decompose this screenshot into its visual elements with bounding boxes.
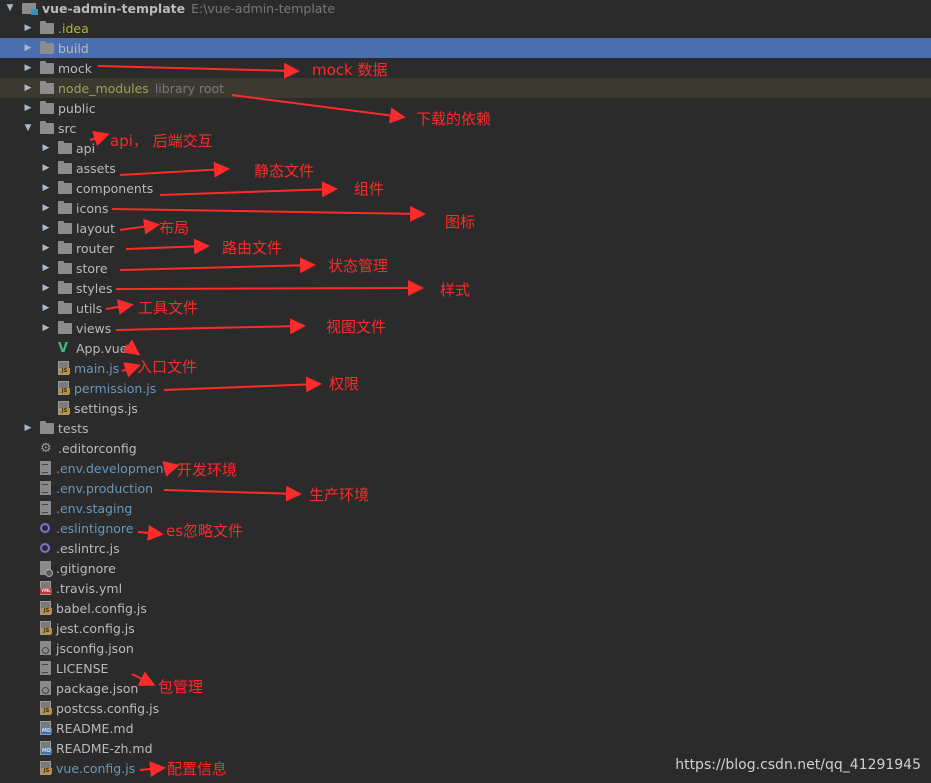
annotation-assets: 静态文件 (254, 162, 315, 180)
annotation-icons: 图标 (445, 213, 476, 231)
annotation-store: 状态管理 (328, 257, 389, 275)
annotation-components: 组件 (354, 180, 385, 198)
annotation-vue-config: 配置信息 (167, 760, 228, 778)
annotation-styles: 样式 (440, 281, 471, 299)
annotation-env-production: 生产环境 (309, 486, 370, 504)
annotation-permission: 权限 (329, 375, 360, 393)
annotation-views: 视图文件 (326, 318, 387, 336)
annotation-api: api， 后端交互 (110, 132, 213, 150)
annotation-env-development: 开发环境 (177, 461, 238, 479)
annotation-node-modules: 下载的依赖 (416, 110, 492, 128)
annotation-layout: 布局 (159, 219, 190, 237)
annotation-eslintignore: es忽略文件 (166, 522, 244, 540)
watermark: https://blog.csdn.net/qq_41291945 (675, 757, 921, 773)
annotation-router: 路由文件 (222, 239, 283, 257)
annotation-entry: 入口文件 (137, 358, 198, 376)
annotation-mock: mock 数据 (312, 61, 388, 79)
annotation-package: 包管理 (158, 678, 204, 696)
annotation-utils: 工具文件 (138, 299, 199, 317)
